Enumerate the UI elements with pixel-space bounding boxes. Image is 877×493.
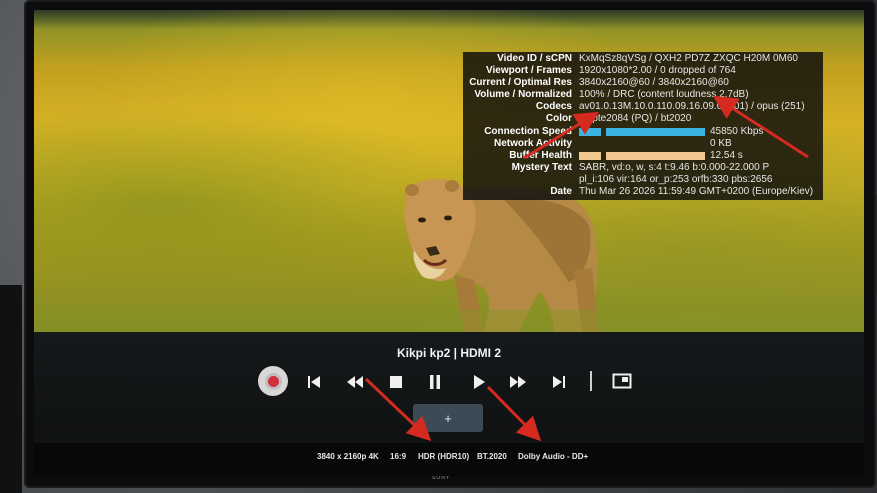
stat-label: Date bbox=[550, 186, 572, 198]
stat-row: Codecs av01.0.13M.10.0.110.09.16.09.0 (7… bbox=[463, 101, 823, 113]
stat-label: Viewport / Frames bbox=[486, 65, 572, 77]
stat-row: Connection Speed 45850 Kbps bbox=[463, 126, 823, 138]
stop-icon[interactable] bbox=[389, 375, 403, 389]
play-icon[interactable] bbox=[472, 374, 486, 390]
stat-row: pl_i:106 vir:164 or_p:253 orfb:330 pbs:2… bbox=[463, 174, 823, 186]
picture-in-picture-icon[interactable] bbox=[612, 373, 632, 389]
stat-row: Video ID / sCPN KxMqSz8qVSg / QXH2 PD7Z … bbox=[463, 53, 823, 65]
tv-screen: Video ID / sCPN KxMqSz8qVSg / QXH2 PD7Z … bbox=[34, 10, 864, 476]
stat-row: Mystery Text SABR, vd:o, w, s:4 t:9.46 b… bbox=[463, 162, 823, 174]
stat-label: Buffer Health bbox=[509, 149, 572, 161]
stat-label: Current / Optimal Res bbox=[469, 77, 572, 89]
stat-row: Network Activity 0 KB bbox=[463, 138, 823, 150]
skip-previous-icon[interactable] bbox=[306, 374, 322, 390]
control-divider bbox=[590, 371, 592, 391]
stat-value: 12.54 s bbox=[710, 149, 743, 161]
stat-value: SABR, vd:o, w, s:4 t:9.46 b:0.000-22.000… bbox=[579, 161, 770, 173]
stat-row: Date Thu Mar 26 2026 11:59:49 GMT+0200 (… bbox=[463, 186, 823, 198]
stat-value: pl_i:106 vir:164 or_p:253 orfb:330 pbs:2… bbox=[579, 173, 773, 185]
aspect-ratio-info: 16:9 bbox=[390, 452, 407, 461]
stat-value: 100% / DRC (content loudness 2.7dB) bbox=[579, 89, 749, 101]
rewind-icon[interactable] bbox=[345, 374, 365, 390]
pause-icon[interactable] bbox=[428, 374, 442, 390]
audio-format-info: Dolby Audio - DD+ bbox=[518, 452, 589, 461]
stat-row: Color smpte2084 (PQ) / bt2020 bbox=[463, 113, 823, 125]
stat-label: Mystery Text bbox=[511, 161, 572, 173]
bar-segment bbox=[579, 127, 601, 136]
stat-value: smpte2084 (PQ) / bt2020 bbox=[579, 113, 692, 125]
stat-label: Color bbox=[545, 113, 572, 125]
stat-value: KxMqSz8qVSg / QXH2 PD7Z ZXQC H20M 0M60 bbox=[579, 53, 798, 64]
hdr-info: HDR (HDR10) bbox=[418, 452, 470, 461]
bar-segment bbox=[606, 151, 705, 160]
stat-value: 0 KB bbox=[710, 137, 732, 149]
stat-value: 45850 Kbps bbox=[710, 125, 764, 137]
stat-label: Connection Speed bbox=[484, 125, 572, 137]
source-title: Kikpi kp2 | HDMI 2 bbox=[396, 346, 502, 360]
bar-segment bbox=[606, 127, 705, 136]
skip-next-icon[interactable] bbox=[551, 374, 567, 390]
stat-label: Video ID / sCPN bbox=[497, 53, 572, 64]
fast-forward-icon[interactable] bbox=[508, 374, 528, 390]
resolution-info: 3840 x 2160p 4K bbox=[317, 452, 379, 461]
stat-value: Thu Mar 26 2026 11:59:49 GMT+0200 (Europ… bbox=[579, 186, 814, 198]
video-frame[interactable]: Video ID / sCPN KxMqSz8qVSg / QXH2 PD7Z … bbox=[34, 10, 864, 332]
stat-label: Volume / Normalized bbox=[474, 89, 572, 101]
stats-for-nerds-panel: Video ID / sCPN KxMqSz8qVSg / QXH2 PD7Z … bbox=[463, 52, 823, 200]
record-button[interactable] bbox=[258, 366, 288, 396]
add-button[interactable]: + bbox=[413, 404, 483, 432]
tv-side-stand bbox=[0, 285, 22, 493]
stat-row: Volume / Normalized 100% / DRC (content … bbox=[463, 89, 823, 101]
record-icon bbox=[267, 375, 279, 387]
colorspace-info: BT.2020 bbox=[477, 452, 507, 461]
stat-label: Codecs bbox=[535, 101, 572, 113]
stat-value: av01.0.13M.10.0.110.09.16.09.0 (701) / o… bbox=[579, 101, 805, 113]
stat-row: Buffer Health 12.54 s bbox=[463, 150, 823, 162]
stat-value: 3840x2160@60 / 3840x2160@60 bbox=[579, 77, 729, 89]
stat-label: Network Activity bbox=[494, 137, 572, 149]
stat-value: 1920x1080*2.00 / 0 dropped of 764 bbox=[579, 65, 736, 77]
stat-row: Viewport / Frames 1920x1080*2.00 / 0 dro… bbox=[463, 65, 823, 77]
stat-row: Current / Optimal Res 3840x2160@60 / 384… bbox=[463, 77, 823, 89]
bar-segment bbox=[579, 151, 601, 160]
